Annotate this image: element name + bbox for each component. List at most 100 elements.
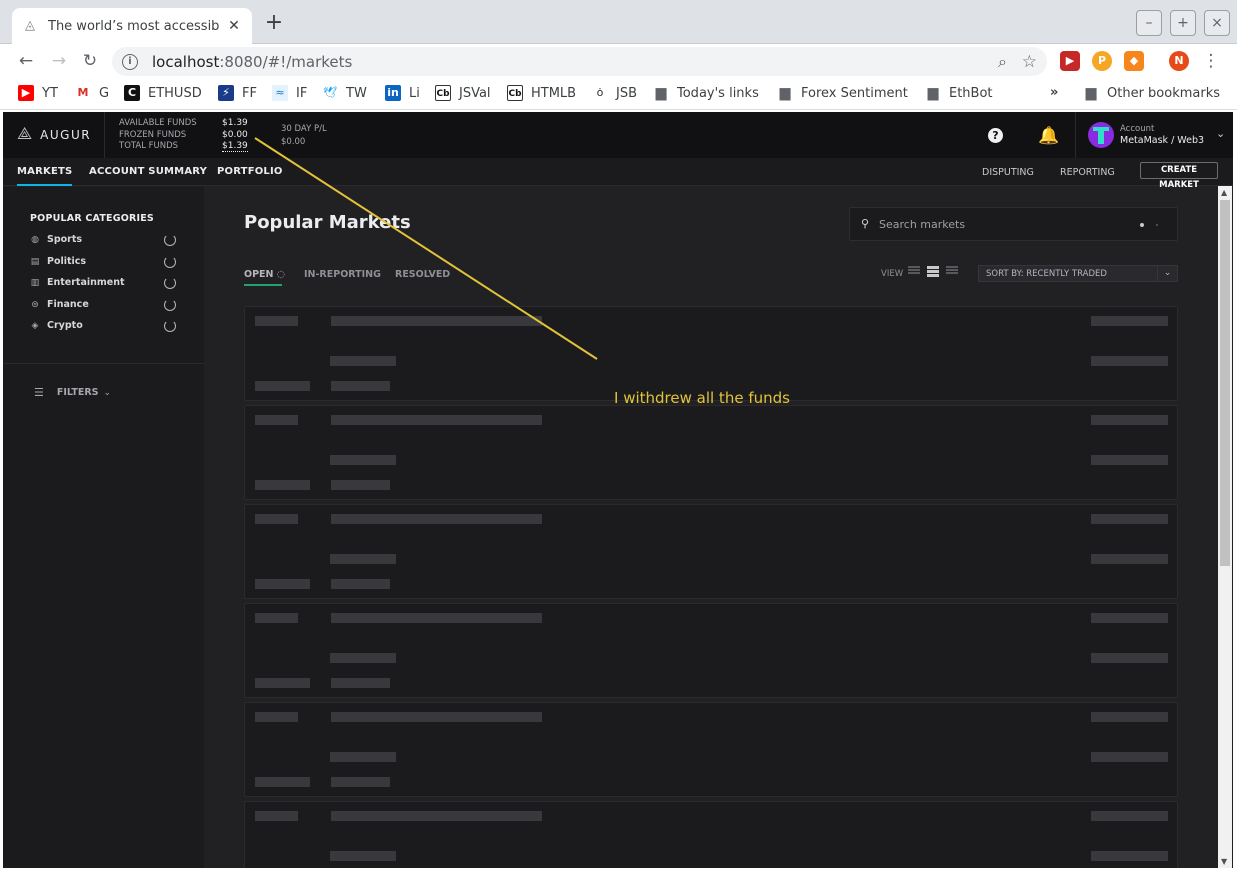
- browser-tab[interactable]: ◬ The world’s most accessib ✕: [12, 8, 252, 44]
- account-menu[interactable]: Account MetaMask / Web3 ⌄: [1075, 112, 1233, 158]
- address-bar[interactable]: i localhost:8080/#!/markets ⌕ ☆: [112, 47, 1047, 76]
- scroll-up-icon[interactable]: ▲: [1221, 188, 1227, 197]
- available-funds-value: $1.39: [222, 118, 248, 128]
- bookmark-yt[interactable]: ▶ YT: [18, 85, 58, 101]
- category-politics[interactable]: ▤ Politics: [30, 256, 180, 270]
- list-view-icon[interactable]: [927, 266, 939, 278]
- chevron-down-icon: ⌄: [1157, 266, 1177, 281]
- folder-icon: ▆: [779, 85, 791, 101]
- nav-portfolio[interactable]: PORTFOLIO: [217, 166, 283, 177]
- grid-view-icon[interactable]: [946, 266, 958, 278]
- bookmark-ethusd[interactable]: C ETHUSD: [124, 85, 202, 101]
- youtube-icon: ▶: [18, 85, 34, 101]
- category-sports[interactable]: ◍ Sports: [30, 234, 180, 248]
- view-label: VIEW: [881, 269, 904, 279]
- bookmark-folder-ethbot[interactable]: ▆ EthBot: [925, 85, 993, 101]
- bookmark-folder-forex[interactable]: ▆ Forex Sentiment: [777, 85, 908, 101]
- tab-resolved[interactable]: RESOLVED: [395, 269, 450, 280]
- bookmark-other[interactable]: ▆ Other bookmarks: [1083, 85, 1220, 101]
- browser-toolbar: ← → ↻ i localhost:8080/#!/markets ⌕ ☆ ▶ …: [0, 44, 1237, 78]
- nav-disputing[interactable]: DISPUTING: [982, 167, 1034, 178]
- nav-markets[interactable]: MARKETS: [17, 166, 73, 186]
- new-tab-button[interactable]: +: [262, 12, 286, 36]
- loading-dot: [1140, 223, 1144, 227]
- market-card-placeholder[interactable]: [244, 306, 1178, 401]
- forward-icon[interactable]: →: [48, 50, 70, 72]
- minimize-button[interactable]: –: [1136, 10, 1162, 36]
- create-market-button[interactable]: CREATE MARKET: [1140, 162, 1218, 190]
- bookmark-htmlb[interactable]: Cb HTMLB: [507, 85, 576, 101]
- market-card-placeholder[interactable]: [244, 405, 1178, 500]
- back-icon[interactable]: ←: [15, 50, 37, 72]
- screen: ◬ The world’s most accessib ✕ + – + × ← …: [0, 0, 1237, 871]
- search-placeholder: Search markets: [879, 218, 966, 231]
- sort-dropdown[interactable]: SORT BY: RECENTLY TRADED ⌄: [978, 265, 1178, 282]
- filters-toggle[interactable]: ☰ FILTERS ⌄: [34, 386, 111, 399]
- bookmark-tw[interactable]: 🕊 TW: [322, 85, 367, 101]
- market-card-placeholder[interactable]: [244, 801, 1178, 868]
- market-card-placeholder[interactable]: [244, 504, 1178, 599]
- profile-avatar[interactable]: N: [1169, 51, 1189, 71]
- total-funds-value[interactable]: $1.39: [222, 141, 248, 152]
- market-card-placeholder[interactable]: [244, 702, 1178, 797]
- ff-icon: ⚡: [218, 85, 234, 101]
- bookmark-star-icon[interactable]: ☆: [1022, 52, 1037, 72]
- scroll-down-icon[interactable]: ▼: [1221, 857, 1227, 866]
- extension-icon[interactable]: ▶: [1060, 51, 1080, 71]
- augur-logo[interactable]: ⟁ AUGUR: [17, 126, 91, 143]
- nav-account-summary[interactable]: ACCOUNT SUMMARY: [89, 166, 207, 177]
- linkedin-icon: in: [385, 85, 401, 101]
- close-window-button[interactable]: ×: [1204, 10, 1230, 36]
- augur-favicon-icon: ◬: [25, 18, 35, 33]
- market-card-placeholder[interactable]: [244, 603, 1178, 698]
- chevron-down-icon[interactable]: ⌄: [1216, 127, 1225, 140]
- bookmark-jsb[interactable]: ȯ JSB: [592, 85, 637, 101]
- maximize-button[interactable]: +: [1170, 10, 1196, 36]
- extension-p-icon[interactable]: P: [1092, 51, 1112, 71]
- bookmark-if[interactable]: ≈ IF: [272, 85, 307, 101]
- bookmark-folder-todays-links[interactable]: ▆ Today's links: [653, 85, 759, 101]
- pl-value: $0.00: [281, 137, 306, 147]
- augur-logo-icon: ⟁: [17, 124, 33, 144]
- loading-spinner-icon: [164, 320, 176, 332]
- loading-spinner-icon: [164, 277, 176, 289]
- tab-open-underline: [244, 284, 282, 286]
- category-crypto[interactable]: ◈ Crypto: [30, 320, 180, 334]
- url-text[interactable]: localhost:8080/#!/markets: [152, 53, 352, 71]
- loading-dot: [1156, 224, 1158, 226]
- reload-icon[interactable]: ↻: [79, 50, 101, 72]
- bookmark-ff[interactable]: ⚡ FF: [218, 85, 257, 101]
- chrome-menu-icon[interactable]: ⋮: [1200, 50, 1222, 72]
- tab-title: The world’s most accessib: [48, 18, 220, 34]
- annotation-text: I withdrew all the funds: [614, 389, 790, 407]
- bell-icon[interactable]: 🔔: [1038, 126, 1059, 146]
- category-entertainment[interactable]: ▥ Entertainment: [30, 277, 180, 291]
- crypto-icon: ◈: [31, 321, 39, 331]
- site-info-icon[interactable]: i: [122, 53, 138, 70]
- zoom-icon[interactable]: ⌕: [998, 52, 1007, 72]
- sliders-icon: ☰: [34, 386, 44, 399]
- tab-close-icon[interactable]: ✕: [226, 18, 242, 34]
- bookmark-g[interactable]: MG: [75, 85, 110, 101]
- tab-open[interactable]: OPEN ◌: [244, 269, 285, 280]
- owl-icon: ȯ: [596, 86, 604, 99]
- funds-labels: AVAILABLE FUNDS FROZEN FUNDS TOTAL FUNDS: [119, 118, 197, 151]
- bookmark-li[interactable]: in Li: [385, 85, 420, 101]
- compact-view-icon[interactable]: [908, 266, 920, 278]
- coin-icon: C: [124, 85, 140, 101]
- bookmarks-overflow-button[interactable]: »: [1050, 85, 1058, 100]
- search-input[interactable]: ⚲ Search markets: [849, 207, 1178, 241]
- nav-reporting[interactable]: REPORTING: [1060, 167, 1115, 178]
- sidebar: POPULAR CATEGORIES ◍ Sports ▤ Politics ▥…: [3, 187, 204, 868]
- tab-in-reporting[interactable]: IN-REPORTING: [304, 269, 381, 280]
- bookmark-jsval[interactable]: Cb JSVal: [435, 85, 491, 101]
- browser-tabstrip: ◬ The world’s most accessib ✕ + – + ×: [0, 0, 1237, 44]
- loading-spinner-icon: [164, 234, 176, 246]
- augur-app: ⟁ AUGUR AVAILABLE FUNDS FROZEN FUNDS TOT…: [3, 112, 1233, 868]
- page-scrollbar[interactable]: ▲ ▼: [1218, 186, 1232, 868]
- help-icon[interactable]: ?: [988, 128, 1003, 143]
- category-finance[interactable]: ⊜ Finance: [30, 299, 180, 313]
- scrollbar-thumb[interactable]: [1220, 200, 1230, 566]
- twitter-icon: 🕊: [323, 86, 337, 99]
- metamask-fox-icon[interactable]: ◆: [1124, 51, 1144, 71]
